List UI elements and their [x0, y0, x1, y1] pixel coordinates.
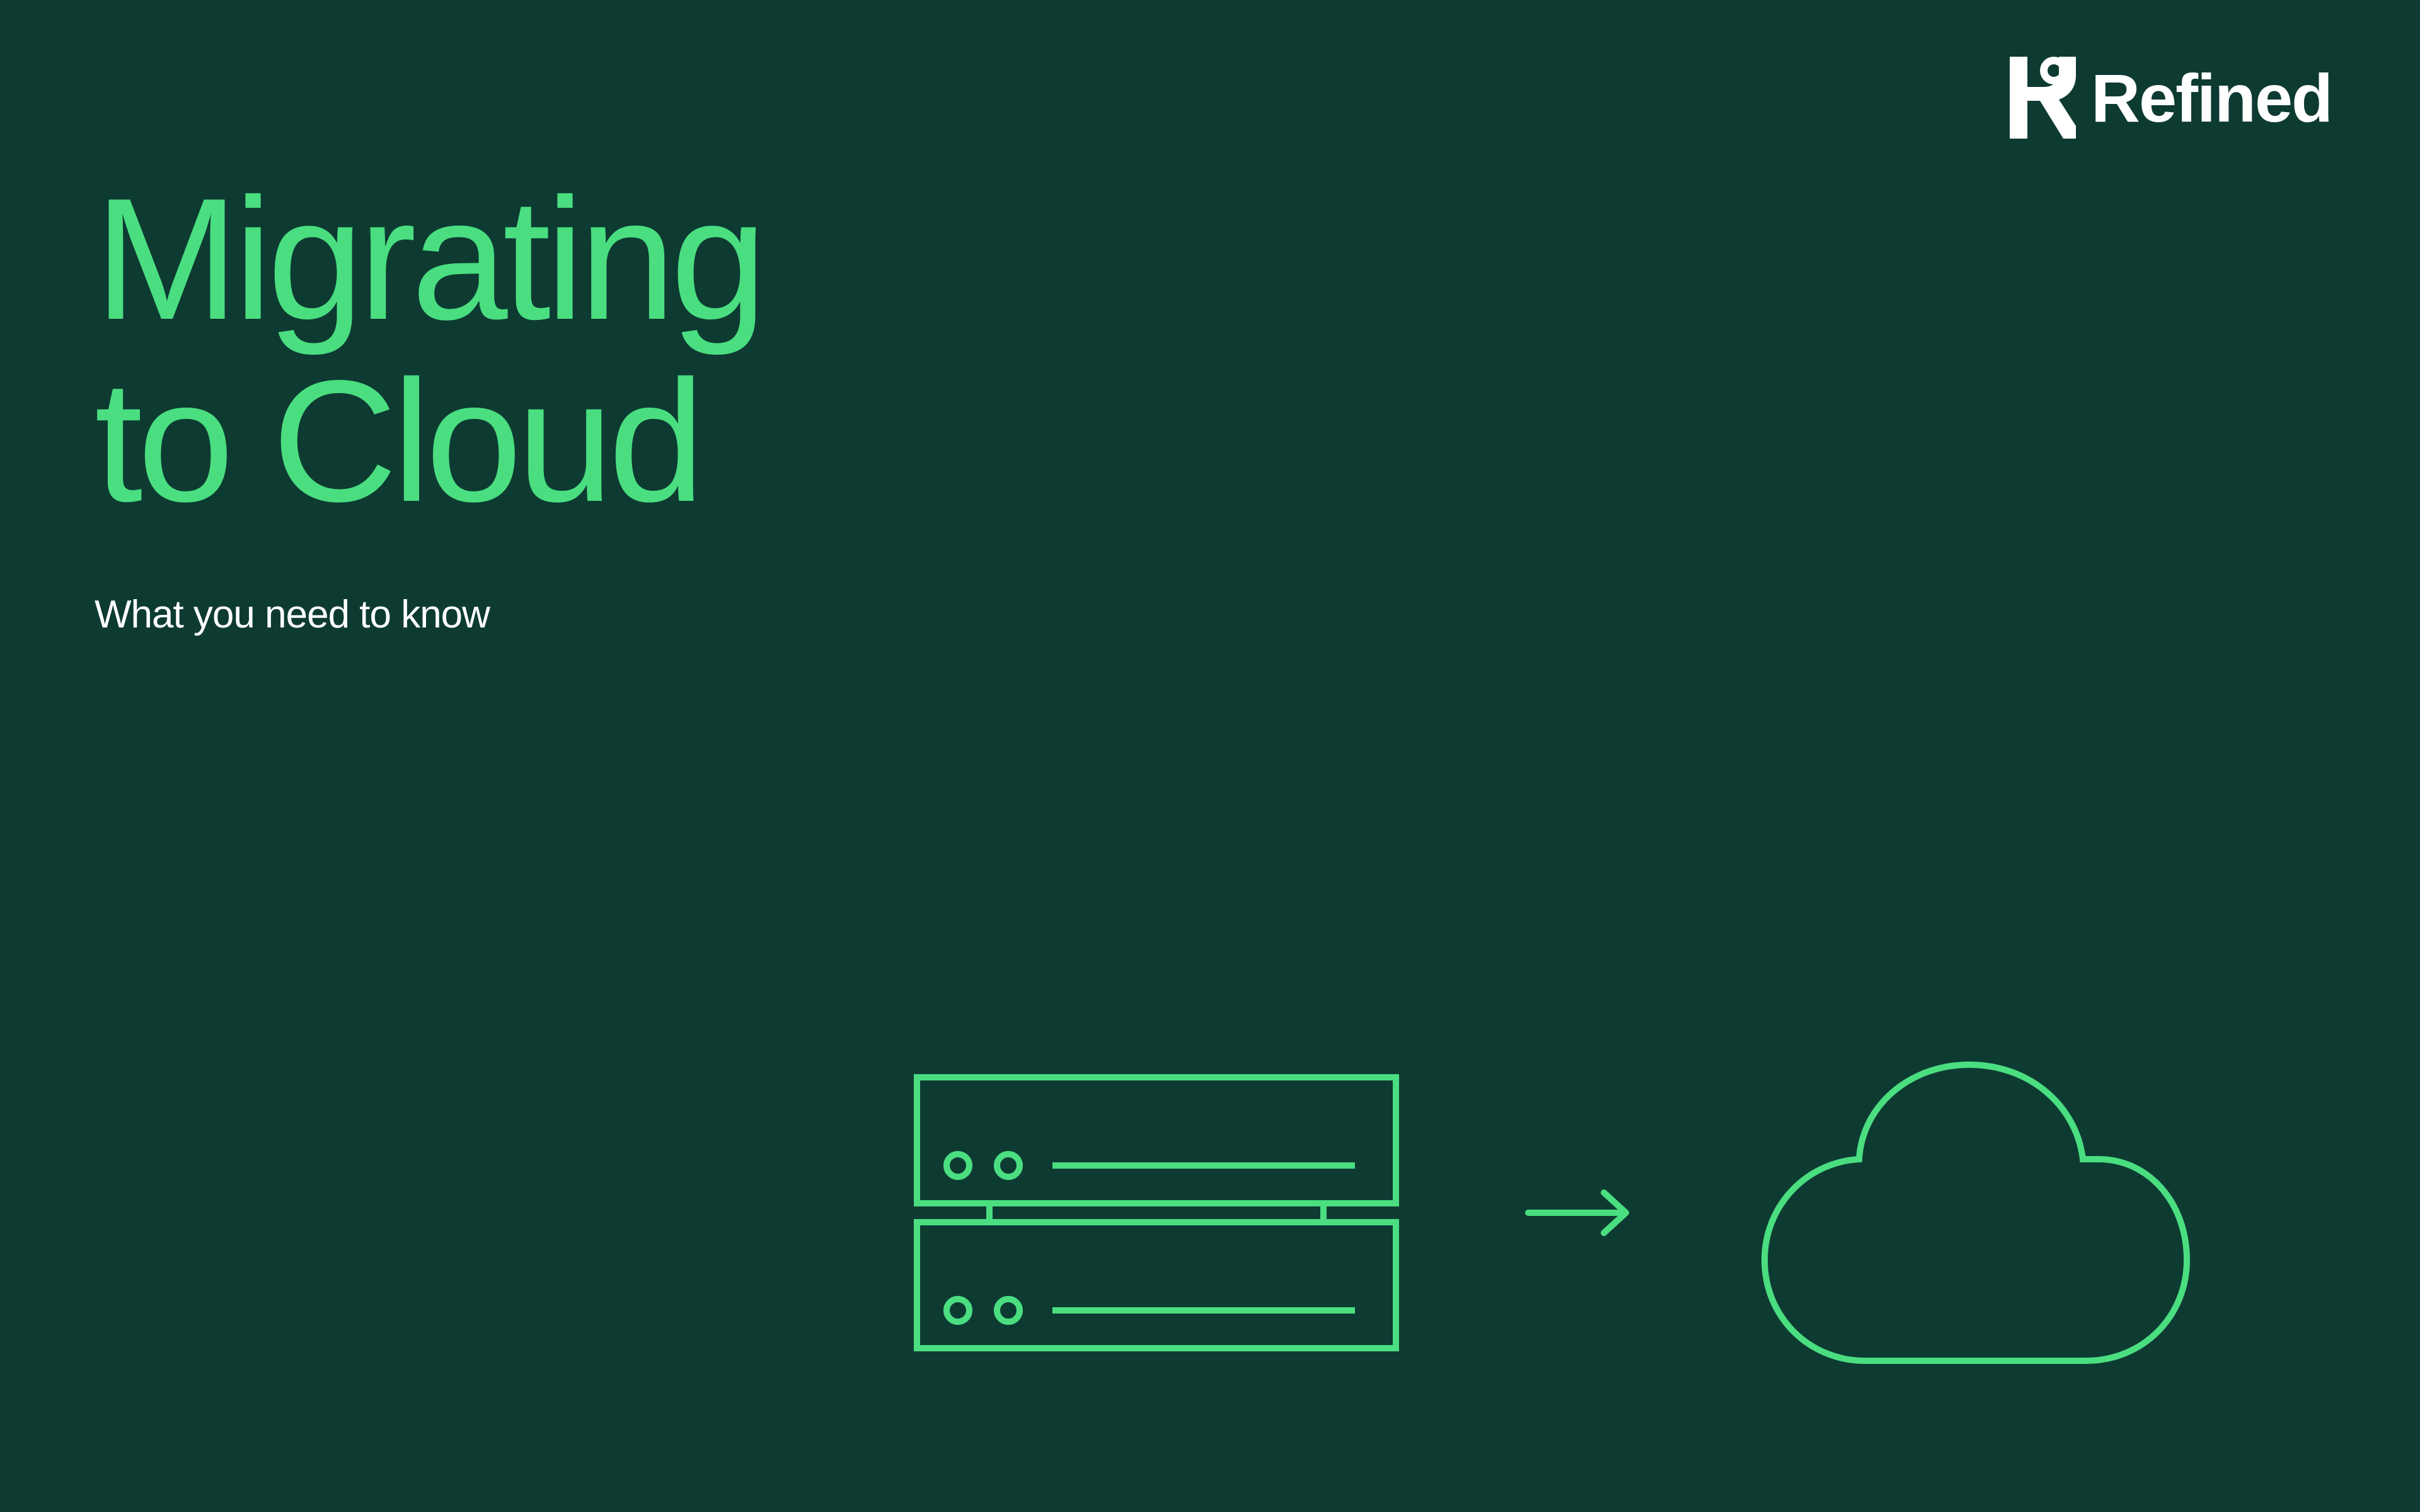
server-icon [914, 1074, 1399, 1351]
brand-logo: Refined [2010, 57, 2332, 139]
migration-diagram [914, 1058, 2193, 1367]
brand-name: Refined [2091, 59, 2332, 137]
refined-logo-icon [2010, 57, 2076, 139]
cloud-icon [1758, 1058, 2193, 1367]
headline-line-2: to Cloud [95, 351, 762, 533]
arrow-right-icon [1525, 1188, 1632, 1238]
main-headline: Migrating to Cloud [95, 169, 762, 533]
subheadline: What you need to know [95, 592, 490, 637]
headline-line-1: Migrating [95, 169, 762, 351]
